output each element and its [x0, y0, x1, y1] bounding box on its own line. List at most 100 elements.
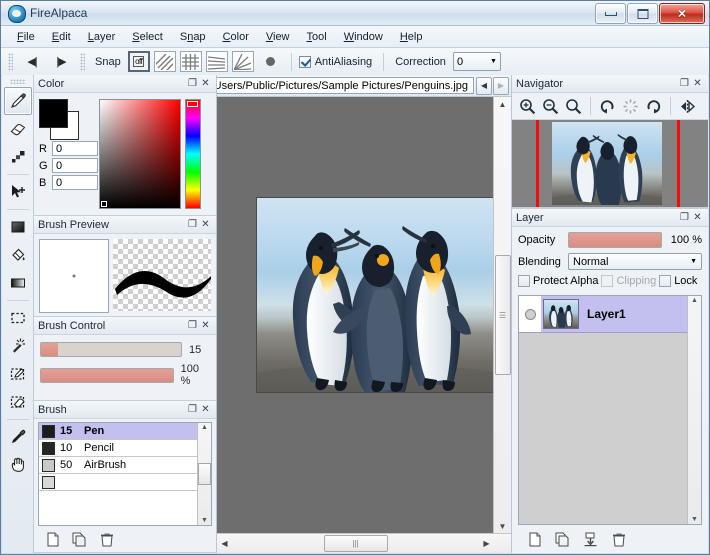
snap-grid-button[interactable] — [179, 51, 202, 72]
clipping-checkbox[interactable]: Clipping — [601, 275, 656, 287]
layer-visibility-toggle[interactable] — [519, 296, 541, 332]
brush-list-scrollbar[interactable]: ▲ ▼ — [197, 423, 211, 525]
magic-wand-tool[interactable] — [4, 332, 32, 360]
scroll-thumb[interactable] — [198, 463, 211, 485]
hscroll-track[interactable]: ||| — [232, 535, 479, 552]
add-layer-button[interactable] — [524, 529, 545, 549]
menu-snap[interactable]: Snap — [172, 28, 214, 46]
brush-opacity-slider[interactable] — [40, 367, 174, 383]
previous-tab-button[interactable]: ◀ — [476, 76, 492, 95]
navigator-float-icon[interactable]: ❐ — [678, 77, 691, 90]
foreground-color-swatch[interactable] — [39, 99, 68, 128]
brush-list-item[interactable]: 50 AirBrush — [39, 457, 197, 474]
color-panel-float-icon[interactable]: ❐ — [186, 77, 199, 90]
snap-radial-button[interactable] — [231, 51, 254, 72]
protect-alpha-checkbox[interactable]: Protect Alpha — [518, 275, 598, 287]
navigator-thumbnail[interactable] — [512, 120, 708, 208]
fill-tool[interactable] — [4, 213, 32, 241]
menu-file[interactable]: File — [9, 28, 43, 46]
menu-tool[interactable]: Tool — [299, 28, 335, 46]
scroll-up-icon[interactable]: ▲ — [691, 297, 698, 304]
toolbar-grip[interactable] — [8, 52, 13, 71]
hand-tool[interactable] — [4, 451, 32, 479]
scroll-down-icon[interactable]: ▼ — [201, 517, 208, 524]
scroll-right-icon[interactable]: ▶ — [479, 539, 494, 548]
canvas-viewport[interactable] — [217, 97, 493, 533]
flip-horizontal-button[interactable] — [677, 96, 698, 116]
menu-help[interactable]: Help — [392, 28, 431, 46]
move-tool[interactable] — [4, 178, 32, 206]
eyedropper-tool[interactable] — [4, 423, 32, 451]
maximize-button[interactable] — [627, 3, 658, 24]
brush-control-float-icon[interactable]: ❐ — [186, 319, 199, 332]
delete-brush-button[interactable] — [96, 529, 117, 549]
correction-dropdown[interactable]: 0 ▼ — [452, 52, 501, 71]
menu-view[interactable]: View — [258, 28, 298, 46]
blending-dropdown[interactable]: Normal ▼ — [568, 253, 702, 270]
scroll-down-icon[interactable]: ▼ — [499, 519, 507, 533]
select-tool[interactable] — [4, 304, 32, 332]
menu-edit[interactable]: Edit — [44, 28, 79, 46]
brush-control-close-icon[interactable]: ✕ — [199, 319, 212, 332]
canvas-image[interactable] — [257, 198, 493, 392]
duplicate-layer-button[interactable] — [552, 529, 573, 549]
layer-row[interactable]: Layer1 — [519, 296, 687, 333]
color-panel-close-icon[interactable]: ✕ — [199, 77, 212, 90]
rotate-left-button[interactable] — [597, 96, 618, 116]
document-tab[interactable]: s.jpg - C:/Users/Public/Pictures/Sample … — [217, 77, 474, 94]
scroll-down-icon[interactable]: ▼ — [691, 516, 698, 523]
snap-off-button[interactable]: off — [127, 51, 150, 72]
hscroll-thumb[interactable]: ||| — [323, 535, 388, 552]
layer-panel-close-icon[interactable]: ✕ — [691, 211, 704, 224]
scroll-left-icon[interactable]: ◀ — [217, 539, 232, 548]
zoom-reset-button[interactable] — [563, 96, 584, 116]
next-tab-button[interactable]: ▶ — [493, 76, 509, 95]
zoom-in-button[interactable] — [517, 96, 538, 116]
menu-window[interactable]: Window — [336, 28, 391, 46]
red-input[interactable] — [52, 141, 98, 156]
duplicate-brush-button[interactable] — [69, 529, 90, 549]
menu-layer[interactable]: Layer — [80, 28, 124, 46]
lock-checkbox[interactable]: Lock — [659, 275, 697, 287]
antialiasing-checkbox[interactable]: AntiAliasing — [298, 55, 376, 68]
vscroll-track[interactable]: ☰ — [494, 111, 511, 519]
canvas-horizontal-scrollbar[interactable]: ◀ ||| ▶ — [217, 533, 511, 553]
brush-panel-float-icon[interactable]: ❐ — [186, 403, 199, 416]
delete-layer-button[interactable] — [608, 529, 629, 549]
gradient-tool[interactable] — [4, 269, 32, 297]
brush-panel-close-icon[interactable]: ✕ — [199, 403, 212, 416]
zoom-out-button[interactable] — [540, 96, 561, 116]
layer-list[interactable]: Layer1 ▲ ▼ — [518, 295, 702, 525]
brush-list-item[interactable]: 10 Pencil — [39, 440, 197, 457]
rotate-reset-button[interactable] — [620, 96, 641, 116]
blue-input[interactable] — [52, 175, 98, 190]
brush-list[interactable]: 15 Pen 10 Pencil 50 AirBrush ▲ ▼ — [38, 422, 212, 526]
hue-slider[interactable] — [185, 99, 201, 209]
scroll-up-icon[interactable]: ▲ — [499, 97, 507, 111]
minimize-button[interactable] — [595, 3, 626, 24]
brush-preview-float-icon[interactable]: ❐ — [186, 218, 199, 231]
brush-preview-close-icon[interactable]: ✕ — [199, 218, 212, 231]
select-eraser-tool[interactable] — [4, 388, 32, 416]
vscroll-thumb[interactable]: ☰ — [494, 255, 511, 375]
snap-parallel-button[interactable] — [153, 51, 176, 72]
saturation-value-picker[interactable] — [99, 99, 181, 209]
select-pen-tool[interactable] — [4, 360, 32, 388]
snap-group-grip[interactable] — [80, 52, 85, 71]
close-button[interactable]: ✕ — [659, 3, 705, 24]
brush-list-item[interactable]: 15 Pen — [39, 423, 197, 440]
new-brush-button[interactable] — [42, 529, 63, 549]
green-input[interactable] — [52, 158, 98, 173]
rotate-right-button[interactable] — [643, 96, 664, 116]
blur-tool[interactable] — [4, 143, 32, 171]
canvas-vertical-scrollbar[interactable]: ▲ ☰ ▼ — [493, 97, 511, 533]
opacity-slider[interactable] — [568, 232, 662, 248]
pencil-tool[interactable] — [3, 87, 32, 115]
navigator-close-icon[interactable]: ✕ — [691, 77, 704, 90]
previous-brush-button[interactable]: ◀| — [19, 51, 45, 73]
menu-color[interactable]: Color — [215, 28, 257, 46]
menu-select[interactable]: Select — [124, 28, 171, 46]
bucket-tool[interactable] — [4, 241, 32, 269]
eraser-tool[interactable] — [4, 115, 32, 143]
brush-size-slider[interactable] — [40, 342, 182, 357]
